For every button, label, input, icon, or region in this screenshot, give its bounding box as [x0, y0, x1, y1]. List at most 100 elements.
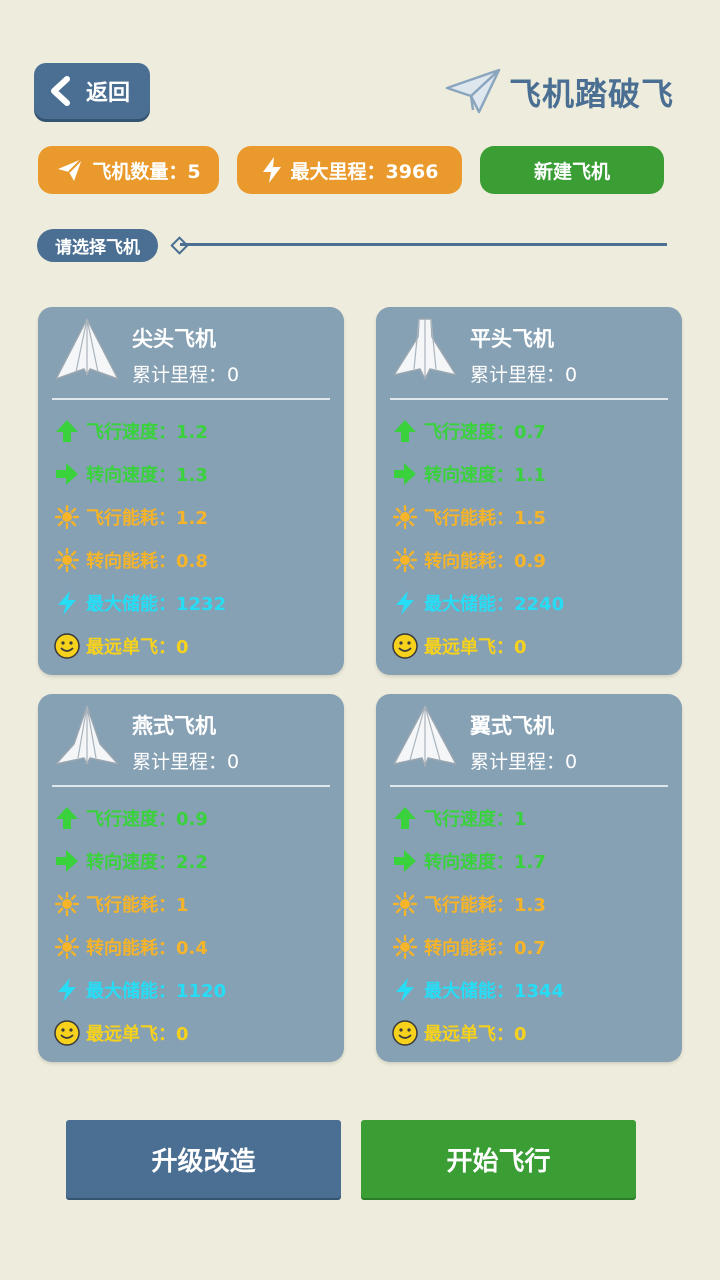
plane-total-distance: 累计里程：0: [132, 364, 240, 386]
sun-icon: [393, 505, 417, 529]
stat-fly-speed-text: 飞行速度：1: [424, 809, 527, 830]
card-divider: [390, 398, 668, 400]
plane-card-wing[interactable]: 翼式飞机 累计里程：0 飞行速度：1 转向速度：1.7 飞行能耗：1.3 转向能…: [376, 694, 682, 1062]
start-flight-button-label: 开始飞行: [446, 1146, 551, 1177]
start-flight-button[interactable]: 开始飞行: [361, 1120, 636, 1198]
smiley-icon: [392, 1020, 418, 1046]
paper-plane-logo-icon: [445, 68, 501, 114]
stat-fly-energy-text: 飞行能耗：1.5: [424, 508, 546, 529]
card-divider: [52, 398, 330, 400]
stat-turn-speed-text: 转向速度：1.1: [424, 465, 546, 486]
new-plane-label: 新建飞机: [533, 160, 610, 183]
upgrade-button[interactable]: 升级改造: [66, 1120, 341, 1198]
section-title-label: 请选择飞机: [55, 238, 140, 258]
stat-turn-speed: 转向速度：1.3: [54, 459, 208, 489]
pointed-plane-icon: [55, 318, 119, 380]
sun-icon: [55, 935, 79, 959]
smiley-icon: [54, 1020, 80, 1046]
app-logo: 飞机踏破飞: [445, 62, 674, 122]
stat-fly-energy-text: 飞行能耗：1.2: [86, 508, 208, 529]
stat-turn-energy-text: 转向能耗：0.7: [424, 938, 546, 959]
stat-fly-speed-text: 飞行速度：0.9: [86, 809, 208, 830]
card-divider: [52, 785, 330, 787]
arrow-up-icon: [394, 420, 416, 442]
stat-max-storage-text: 最大储能：2240: [424, 594, 565, 615]
stat-farthest: 最远单飞：0: [54, 631, 189, 661]
stat-fly-energy-text: 飞行能耗：1.3: [424, 895, 546, 916]
stat-fly-speed: 飞行速度：0.7: [392, 416, 546, 446]
send-icon: [58, 158, 84, 181]
arrow-right-icon: [56, 463, 78, 485]
plane-count-label: 飞机数量：5: [92, 160, 201, 183]
plane-name: 翼式飞机: [470, 714, 554, 738]
stat-farthest: 最远单飞：0: [392, 631, 527, 661]
stat-turn-speed-text: 转向速度：2.2: [86, 852, 208, 873]
max-distance-badge: 最大里程：3966: [237, 146, 462, 194]
stat-turn-energy-text: 转向能耗：0.4: [86, 938, 208, 959]
stat-fly-energy-text: 飞行能耗：1: [86, 895, 189, 916]
section-divider: [180, 243, 667, 246]
smiley-icon: [54, 633, 80, 659]
sun-icon: [393, 935, 417, 959]
back-button[interactable]: 返回: [34, 63, 150, 119]
stat-turn-speed: 转向速度：1.1: [392, 459, 546, 489]
stat-max-storage: 最大储能：1344: [392, 975, 564, 1005]
upgrade-button-label: 升级改造: [151, 1146, 256, 1177]
stat-max-storage: 最大储能：2240: [392, 588, 564, 618]
stat-farthest-text: 最远单飞：0: [86, 1024, 189, 1045]
stat-turn-speed: 转向速度：1.7: [392, 846, 546, 876]
arrow-up-icon: [56, 420, 78, 442]
stat-farthest: 最远单飞：0: [392, 1018, 527, 1048]
stat-fly-energy: 飞行能耗：1.5: [392, 502, 546, 532]
stat-farthest-text: 最远单飞：0: [86, 637, 189, 658]
arrow-up-icon: [394, 807, 416, 829]
stat-fly-energy: 飞行能耗：1.3: [392, 889, 546, 919]
sun-icon: [55, 548, 79, 572]
lightning-icon: [58, 978, 76, 1002]
swallow-plane-icon: [55, 705, 119, 765]
plane-count-badge: 飞机数量：5: [38, 146, 219, 194]
smiley-icon: [392, 633, 418, 659]
stat-fly-speed: 飞行速度：1: [392, 803, 527, 833]
plane-name: 平头飞机: [470, 327, 554, 351]
plane-name: 燕式飞机: [132, 714, 216, 738]
plane-total-distance: 累计里程：0: [470, 364, 578, 386]
stat-farthest-text: 最远单飞：0: [424, 637, 527, 658]
back-button-label: 返回: [86, 81, 131, 106]
lightning-icon: [262, 157, 281, 183]
arrow-right-icon: [56, 850, 78, 872]
lightning-icon: [58, 591, 76, 615]
plane-card-flat[interactable]: 平头飞机 累计里程：0 飞行速度：0.7 转向速度：1.1 飞行能耗：1.5 转…: [376, 307, 682, 675]
stat-max-storage: 最大储能：1232: [54, 588, 226, 618]
stat-turn-energy: 转向能耗：0.4: [54, 932, 208, 962]
stat-turn-speed: 转向速度：2.2: [54, 846, 208, 876]
new-plane-button[interactable]: 新建飞机: [480, 146, 664, 194]
plane-name: 尖头飞机: [132, 327, 216, 351]
section-title: 请选择飞机: [37, 229, 158, 262]
stat-fly-energy: 飞行能耗：1: [54, 889, 189, 919]
stat-fly-speed-text: 飞行速度：0.7: [424, 422, 546, 443]
plane-total-distance: 累计里程：0: [470, 751, 578, 773]
stat-fly-speed: 飞行速度：0.9: [54, 803, 208, 833]
stat-turn-energy-text: 转向能耗：0.8: [86, 551, 208, 572]
plane-card-pointed[interactable]: 尖头飞机 累计里程：0 飞行速度：1.2 转向速度：1.3 飞行能耗：1.2 转…: [38, 307, 344, 675]
stat-max-storage-text: 最大储能：1344: [424, 981, 565, 1002]
plane-card-swallow[interactable]: 燕式飞机 累计里程：0 飞行速度：0.9 转向速度：2.2 飞行能耗：1 转向能…: [38, 694, 344, 1062]
stat-farthest-text: 最远单飞：0: [424, 1024, 527, 1045]
stat-fly-speed: 飞行速度：1.2: [54, 416, 208, 446]
stat-turn-speed-text: 转向速度：1.3: [86, 465, 208, 486]
stat-max-storage: 最大储能：1120: [54, 975, 226, 1005]
arrow-right-icon: [394, 463, 416, 485]
stat-fly-energy: 飞行能耗：1.2: [54, 502, 208, 532]
sun-icon: [55, 892, 79, 916]
max-distance-label: 最大里程：3966: [290, 160, 439, 183]
stat-farthest: 最远单飞：0: [54, 1018, 189, 1048]
sun-icon: [393, 892, 417, 916]
stat-turn-energy-text: 转向能耗：0.9: [424, 551, 546, 572]
arrow-up-icon: [56, 807, 78, 829]
sun-icon: [55, 505, 79, 529]
back-arrow-icon: [51, 76, 70, 106]
lightning-icon: [396, 978, 414, 1002]
stat-turn-speed-text: 转向速度：1.7: [424, 852, 546, 873]
app-title: 飞机踏破飞: [509, 75, 675, 113]
